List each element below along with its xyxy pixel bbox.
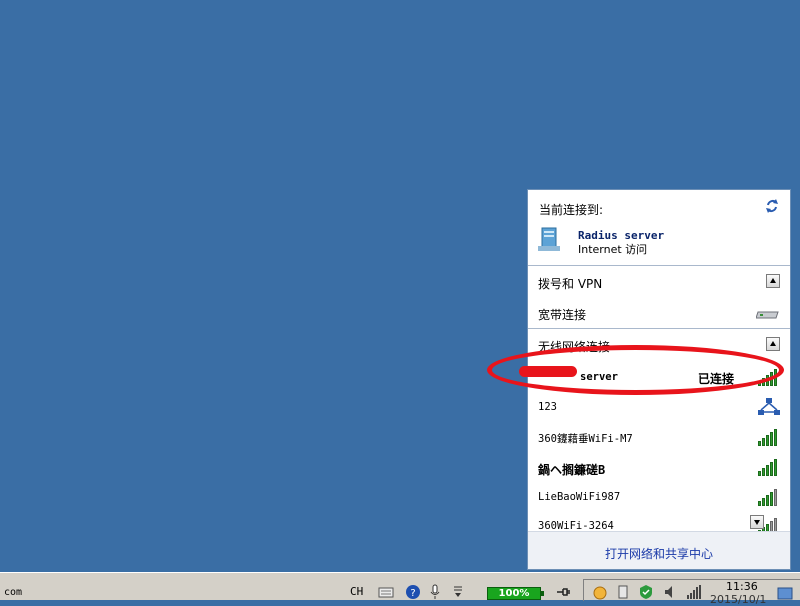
- show-desktop-icon[interactable]: [777, 585, 793, 601]
- network-signal-icon[interactable]: [686, 584, 702, 600]
- taskbar: com CH ? 100% 11:36 2015/10/1: [0, 572, 800, 606]
- current-connection-status: Internet 访问: [578, 243, 648, 256]
- wifi-network-item[interactable]: 360鑳藉垂WiFi-M7: [528, 422, 790, 452]
- section-wireless[interactable]: 无线网络连接: [528, 330, 790, 360]
- wifi-ssid: 鍋ヘ搁鐮磋B: [538, 463, 606, 477]
- battery-indicator[interactable]: 100%: [487, 587, 544, 600]
- taskbar-text: com: [4, 587, 23, 598]
- wifi-status: 已连接: [697, 372, 734, 386]
- network-server-icon: [538, 227, 560, 251]
- wifi-network-item[interactable]: LieBaoWiFi987: [528, 482, 790, 512]
- wifi-signal-icon: [758, 488, 780, 506]
- wifi-signal-icon: [758, 368, 780, 386]
- broadband-label: 宽带连接: [538, 308, 587, 322]
- wifi-ssid: 360鑳藉垂WiFi-M7: [538, 433, 633, 445]
- wifi-ssid: LieBaoWiFi987: [538, 491, 621, 503]
- section-label: 拨号和 VPN: [538, 277, 603, 291]
- wifi-ssid: 123: [538, 401, 557, 413]
- language-indicator[interactable]: CH: [350, 585, 363, 598]
- divider: [528, 265, 790, 266]
- modem-icon: [756, 311, 779, 319]
- network-flyout: 当前连接到: Radius server Internet 访问 拨号和 VPN…: [527, 189, 791, 570]
- broadband-connection[interactable]: 宽带连接: [528, 298, 790, 328]
- wifi-network-item[interactable]: 鍋ヘ搁鐮磋B: [528, 452, 790, 482]
- section-dialup-vpn[interactable]: 拨号和 VPN: [528, 267, 790, 297]
- section-label: 无线网络连接: [538, 340, 611, 354]
- keyboard-icon[interactable]: [378, 584, 394, 600]
- redaction-mark: [519, 366, 577, 377]
- wifi-signal-icon: [758, 458, 780, 476]
- network-sharing-center-link[interactable]: 打开网络和共享中心: [605, 545, 713, 562]
- collapse-chevron-icon[interactable]: [766, 337, 780, 351]
- divider: [528, 328, 790, 329]
- current-connection-header: 当前连接到: Radius server Internet 访问: [528, 190, 790, 265]
- wifi-signal-icon: [758, 428, 780, 446]
- help-icon[interactable]: ?: [405, 584, 421, 600]
- refresh-icon[interactable]: [764, 198, 780, 214]
- app-tray-icon[interactable]: [592, 584, 608, 600]
- svg-text:?: ?: [410, 588, 415, 599]
- adhoc-network-icon: [758, 398, 780, 415]
- clock-time[interactable]: 11:36: [726, 580, 758, 593]
- microphone-icon[interactable]: [427, 584, 443, 600]
- scroll-down-arrow-icon[interactable]: [750, 515, 764, 529]
- flyout-footer: 打开网络和共享中心: [528, 531, 790, 569]
- security-shield-icon[interactable]: [638, 584, 654, 600]
- power-plug-icon[interactable]: [555, 584, 571, 600]
- volume-icon[interactable]: [662, 584, 678, 600]
- options-arrow-icon[interactable]: [450, 584, 466, 600]
- collapse-chevron-icon[interactable]: [766, 274, 780, 288]
- flyout-title: 当前连接到:: [539, 203, 604, 217]
- wifi-network-item[interactable]: 123: [528, 392, 790, 422]
- usb-device-icon[interactable]: [615, 584, 631, 600]
- wifi-ssid: server: [580, 371, 618, 383]
